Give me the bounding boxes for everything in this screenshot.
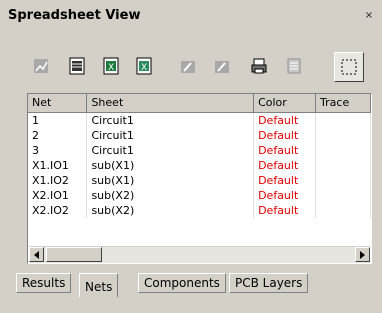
color-cell[interactable]: Default	[253, 112, 317, 128]
close-icon[interactable]: ×	[363, 10, 375, 22]
sheet-icon[interactable]	[64, 53, 90, 79]
net-cell[interactable]: X1.IO1	[28, 157, 88, 173]
excel-export-icon[interactable]: X	[98, 53, 124, 79]
print-icon[interactable]	[246, 53, 272, 79]
column-header-color[interactable]: Color	[253, 94, 317, 113]
tab-results[interactable]: Results	[16, 273, 72, 293]
header-row: Net Sheet Color Trace	[28, 94, 371, 113]
net-cell[interactable]: 3	[28, 142, 88, 158]
sheet-cell[interactable]: sub(X1)	[86, 172, 255, 188]
trace-cell[interactable]	[315, 172, 371, 188]
nets-table: Net Sheet Color Trace 1 Circuit1 Default…	[28, 94, 371, 218]
scroll-thumb[interactable]	[46, 247, 102, 262]
properties-disabled-icon[interactable]	[281, 53, 307, 79]
scroll-left-icon[interactable]	[29, 247, 44, 262]
excel-import-icon[interactable]: X	[131, 53, 157, 79]
net-cell[interactable]: 1	[28, 112, 88, 128]
trace-cell[interactable]	[315, 127, 371, 143]
color-cell[interactable]: Default	[253, 142, 317, 158]
table-row[interactable]: 1 Circuit1 Default	[28, 112, 371, 128]
spreadsheet-view-window: Spreadsheet View × X X Net Sheet Color T…	[0, 0, 382, 313]
tab-pcb-layers[interactable]: PCB Layers	[229, 273, 309, 293]
chart-disabled-icon[interactable]	[28, 53, 54, 79]
nets-grid: Net Sheet Color Trace 1 Circuit1 Default…	[27, 93, 372, 264]
sign-disabled-icon[interactable]	[175, 53, 201, 79]
title-bar[interactable]: Spreadsheet View ×	[3, 5, 379, 27]
toolbar: X X	[28, 52, 364, 87]
net-cell[interactable]: 2	[28, 127, 88, 143]
horizontal-scrollbar[interactable]	[29, 246, 370, 263]
net-cell[interactable]: X2.IO2	[28, 202, 88, 218]
color-cell[interactable]: Default	[253, 127, 317, 143]
table-row[interactable]: X1.IO1 sub(X1) Default	[28, 157, 371, 173]
svg-text:X: X	[108, 63, 114, 73]
color-cell[interactable]: Default	[253, 187, 317, 203]
column-header-sheet[interactable]: Sheet	[86, 94, 255, 113]
column-header-net[interactable]: Net	[28, 94, 88, 113]
sign-disabled-icon-2[interactable]	[209, 53, 235, 79]
trace-cell[interactable]	[315, 157, 371, 173]
sheet-cell[interactable]: sub(X2)	[86, 202, 255, 218]
table-row[interactable]: 2 Circuit1 Default	[28, 127, 371, 143]
color-cell[interactable]: Default	[253, 157, 317, 173]
color-cell[interactable]: Default	[253, 172, 317, 188]
color-cell[interactable]: Default	[253, 202, 317, 218]
sheet-cell[interactable]: Circuit1	[86, 142, 255, 158]
tab-strip: Results Nets Components PCB Layers	[16, 273, 376, 297]
sheet-cell[interactable]: sub(X2)	[86, 187, 255, 203]
tab-nets[interactable]: Nets	[79, 273, 119, 297]
table-row[interactable]: X2.IO1 sub(X2) Default	[28, 187, 371, 203]
select-region-icon[interactable]	[334, 52, 364, 82]
trace-cell[interactable]	[315, 202, 371, 218]
trace-cell[interactable]	[315, 112, 371, 128]
window-title: Spreadsheet View	[8, 8, 141, 23]
sheet-cell[interactable]: Circuit1	[86, 127, 255, 143]
sheet-cell[interactable]: sub(X1)	[86, 157, 255, 173]
table-row[interactable]: X2.IO2 sub(X2) Default	[28, 202, 371, 218]
table-row[interactable]: X1.IO2 sub(X1) Default	[28, 172, 371, 188]
trace-cell[interactable]	[315, 142, 371, 158]
sheet-cell[interactable]: Circuit1	[86, 112, 255, 128]
trace-cell[interactable]	[315, 187, 371, 203]
scroll-right-icon[interactable]	[355, 247, 370, 262]
tab-components[interactable]: Components	[138, 273, 226, 293]
net-cell[interactable]: X2.IO1	[28, 187, 88, 203]
svg-text:X: X	[141, 63, 147, 73]
net-cell[interactable]: X1.IO2	[28, 172, 88, 188]
column-header-trace[interactable]: Trace	[315, 94, 371, 113]
table-row[interactable]: 3 Circuit1 Default	[28, 142, 371, 158]
